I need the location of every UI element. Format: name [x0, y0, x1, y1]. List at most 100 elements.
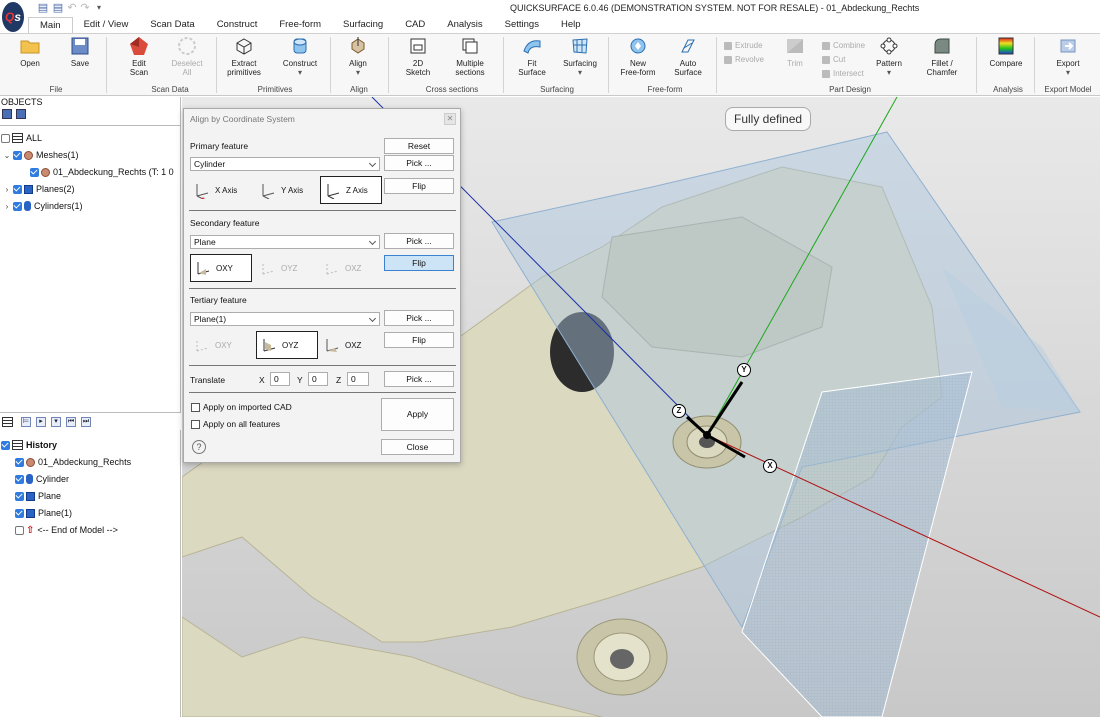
tree-view-icon[interactable]: ⊨	[21, 416, 31, 427]
all-checkbox[interactable]	[1, 133, 10, 143]
edit-scan-button[interactable]: Edit Scan	[120, 36, 158, 77]
tab-analysis[interactable]: Analysis	[436, 17, 493, 34]
tab-main[interactable]: Main	[28, 17, 73, 34]
translate-z-input[interactable]: 0	[347, 372, 369, 386]
history-checkbox[interactable]	[1, 440, 10, 450]
history-item[interactable]: 01_Abdeckung_Rechts	[15, 454, 131, 470]
cylinders-checkbox[interactable]	[13, 201, 22, 211]
skip-start-icon[interactable]: ⏮	[66, 416, 76, 427]
save-quick-icon[interactable]: ▤	[37, 2, 49, 14]
tree-item-planes[interactable]: › Planes(2)	[3, 181, 75, 197]
multiple-sections-button[interactable]: Multiple sections	[448, 36, 492, 77]
checkbox-box[interactable]	[191, 402, 200, 412]
tertiary-feature-select[interactable]: Plane(1)	[190, 312, 380, 326]
tree-item-all[interactable]: ALL	[1, 130, 42, 146]
primary-feature-select[interactable]: Cylinder	[190, 157, 380, 171]
extract-primitives-button[interactable]: Extract primitives	[222, 36, 266, 77]
meshes-checkbox[interactable]	[13, 150, 22, 160]
tertiary-oyz-option[interactable]: OYZ	[256, 331, 318, 359]
apply-button[interactable]: Apply	[381, 398, 454, 431]
intersect-button[interactable]: Intersect	[822, 69, 864, 78]
tertiary-pick-button[interactable]: Pick ...	[384, 310, 454, 326]
reset-button[interactable]: Reset	[384, 138, 454, 154]
chevron-down-icon[interactable]: ⌄	[3, 151, 11, 160]
filter-icon[interactable]	[16, 109, 27, 119]
close-icon[interactable]: ✕	[444, 113, 456, 125]
tab-cad[interactable]: CAD	[394, 17, 436, 34]
tab-settings[interactable]: Settings	[494, 17, 550, 34]
compare-button[interactable]: Compare	[984, 36, 1028, 68]
save-as-quick-icon[interactable]: ▤	[52, 2, 64, 14]
tab-free-form[interactable]: Free-form	[268, 17, 332, 34]
fillet-chamfer-button[interactable]: Fillet / Chamfer	[920, 36, 964, 77]
chevron-right-icon[interactable]: ›	[3, 202, 11, 211]
undo-icon[interactable]: ↶	[66, 2, 78, 14]
oyz-option[interactable]: OYZ	[256, 254, 318, 282]
construct-button[interactable]: Construct ▾	[278, 36, 322, 77]
deselect-all-button[interactable]: Deselect All	[168, 36, 206, 77]
surfacing-button[interactable]: Surfacing ▾	[560, 36, 600, 77]
x-axis-label[interactable]: X	[763, 459, 777, 473]
quick-access-dropdown-icon[interactable]: ▾	[93, 2, 105, 14]
secondary-pick-button[interactable]: Pick ...	[384, 233, 454, 249]
tab-help[interactable]: Help	[550, 17, 592, 34]
translate-y-input[interactable]: 0	[308, 372, 328, 386]
cut-button[interactable]: Cut	[822, 55, 845, 64]
revolve-button[interactable]: Revolve	[724, 55, 764, 64]
fit-surface-button[interactable]: Fit Surface	[512, 36, 552, 77]
combine-button[interactable]: Combine	[822, 41, 865, 50]
tree-item-mesh[interactable]: 01_Abdeckung_Rechts (T: 1 0	[30, 164, 174, 180]
history-item[interactable]: Plane(1)	[15, 505, 72, 521]
redo-icon[interactable]: ↷	[79, 2, 91, 14]
list-icon[interactable]	[2, 416, 13, 427]
history-item[interactable]: Cylinder	[15, 471, 69, 487]
tertiary-oxz-option[interactable]: OXZ	[320, 331, 382, 359]
checkbox-box[interactable]	[191, 419, 200, 429]
mesh-checkbox[interactable]	[30, 167, 39, 177]
help-icon[interactable]: ?	[192, 440, 206, 454]
z-axis-option[interactable]: Z Axis	[320, 176, 382, 204]
pattern-button[interactable]: Pattern ▾	[872, 36, 906, 77]
tab-construct[interactable]: Construct	[206, 17, 269, 34]
tertiary-flip-button[interactable]: Flip	[384, 332, 454, 348]
y-axis-option[interactable]: Y Axis	[256, 176, 318, 204]
align-button[interactable]: Align ▾	[342, 36, 374, 77]
new-free-form-button[interactable]: New Free-form	[618, 36, 658, 77]
primary-flip-button[interactable]: Flip	[384, 178, 454, 194]
2d-sketch-button[interactable]: 2D Sketch	[400, 36, 436, 77]
tree-item-cylinders[interactable]: › Cylinders(1)	[3, 198, 83, 214]
secondary-flip-button[interactable]: Flip	[384, 255, 454, 271]
history-header[interactable]: History	[1, 437, 57, 453]
translate-pick-button[interactable]: Pick ...	[384, 371, 454, 387]
oxy-option[interactable]: OXY	[190, 254, 252, 282]
apply-imported-cad-checkbox[interactable]: Apply on imported CAD	[191, 402, 292, 412]
tab-edit-view[interactable]: Edit / View	[73, 17, 140, 34]
trim-button[interactable]: Trim	[780, 36, 810, 68]
app-logo[interactable]: Qs	[2, 2, 24, 32]
history-end-marker[interactable]: ⇧ <-- End of Model -->	[15, 522, 118, 538]
primary-pick-button[interactable]: Pick ...	[384, 155, 454, 171]
filter-icon[interactable]: ▾	[51, 416, 61, 427]
x-axis-option[interactable]: X Axis	[190, 176, 252, 204]
secondary-feature-select[interactable]: Plane	[190, 235, 380, 249]
history-item-checkbox[interactable]	[15, 491, 24, 501]
auto-surface-button[interactable]: Auto Surface	[668, 36, 708, 77]
export-button[interactable]: Export ▾	[1048, 36, 1088, 77]
skip-end-icon[interactable]: ⏭	[81, 416, 91, 427]
end-checkbox[interactable]	[15, 525, 24, 535]
tree-item-meshes[interactable]: ⌄ Meshes(1)	[3, 147, 79, 163]
history-item[interactable]: Plane	[15, 488, 61, 504]
planes-checkbox[interactable]	[13, 184, 22, 194]
apply-all-features-checkbox[interactable]: Apply on all features	[191, 419, 280, 429]
z-axis-label[interactable]: Z	[672, 404, 686, 418]
history-item-checkbox[interactable]	[15, 457, 24, 467]
tab-surfacing[interactable]: Surfacing	[332, 17, 394, 34]
tertiary-oxy-option[interactable]: OXY	[190, 331, 252, 359]
chevron-right-icon[interactable]: ›	[3, 185, 11, 194]
translate-x-input[interactable]: 0	[270, 372, 290, 386]
extrude-button[interactable]: Extrude	[724, 41, 763, 50]
history-item-checkbox[interactable]	[15, 508, 24, 518]
history-item-checkbox[interactable]	[15, 474, 24, 484]
save-button[interactable]: Save	[64, 36, 96, 68]
close-button[interactable]: Close	[381, 439, 454, 455]
